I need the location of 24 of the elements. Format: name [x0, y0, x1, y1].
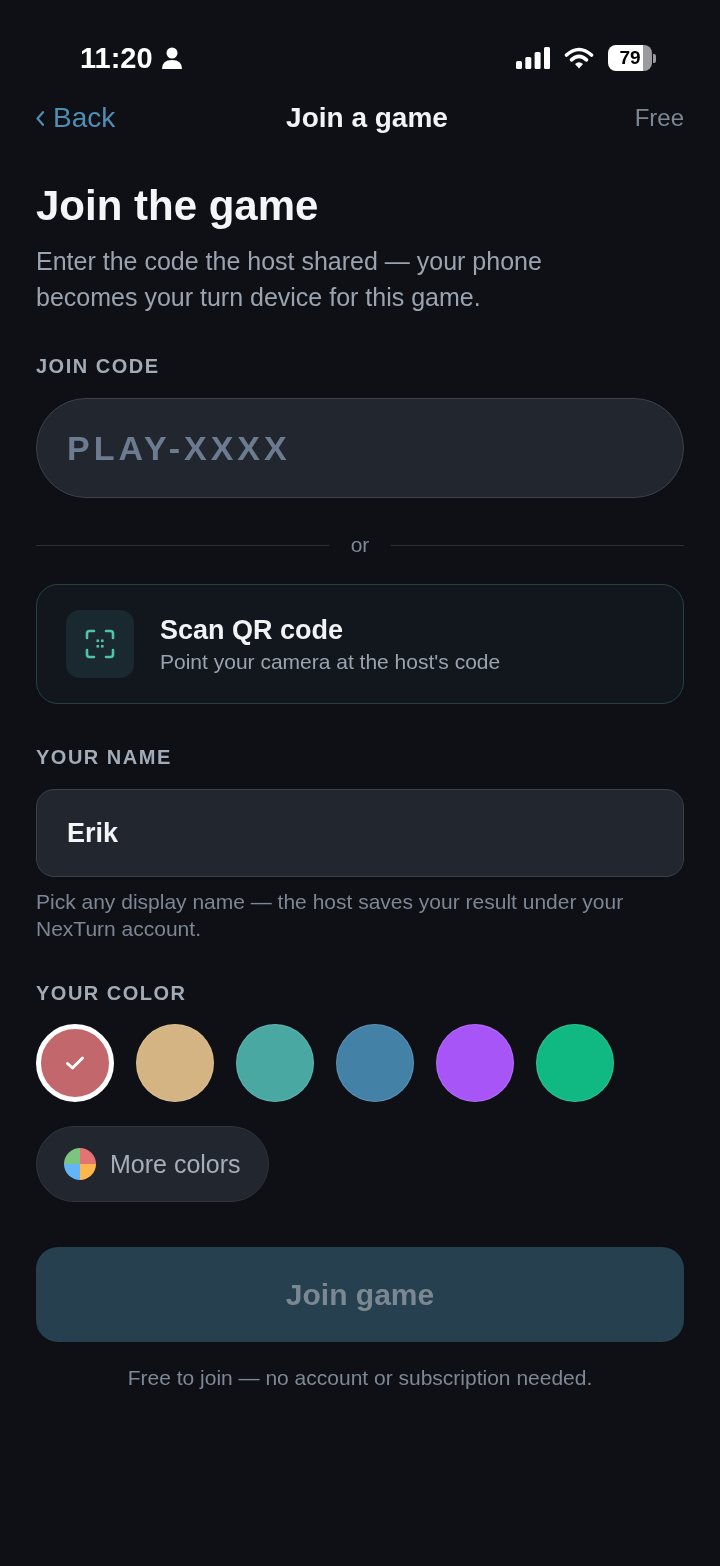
signal-icon — [516, 47, 550, 69]
footer-note: Free to join — no account or subscription needed. — [126, 1365, 594, 1391]
divider-label: or — [350, 533, 370, 557]
battery-indicator: 79 — [608, 45, 656, 71]
field-label: YOUR COLOR — [36, 981, 188, 1005]
screen-title: Join a game — [286, 101, 448, 135]
check-icon — [65, 1055, 85, 1071]
qr-scan-icon — [66, 610, 134, 678]
plan-label: Free — [634, 103, 684, 133]
chevron-left-icon — [36, 110, 44, 126]
code-input[interactable]: PLAY-XXXX — [36, 398, 684, 498]
color-wheel-icon — [64, 1148, 96, 1180]
clock-time: 11:20 — [80, 41, 153, 75]
name-input[interactable]: Erik — [36, 789, 684, 877]
person-icon — [161, 47, 182, 69]
scan-qr-button[interactable]: Scan QR code Point your camera at the host's code — [36, 584, 684, 704]
field-hint: Pick any display name — the host saves your result under your NexTurn account. — [36, 889, 625, 942]
field-label: YOUR NAME — [36, 745, 173, 769]
page-heading: Join the game — [36, 182, 320, 230]
wifi-icon — [564, 47, 594, 69]
page-description: Enter the code the host shared — your phone becomes your turn device for this game. — [36, 246, 543, 313]
back-button[interactable]: Back — [36, 101, 116, 135]
field-label: JOIN CODE — [36, 354, 161, 378]
more-colors-button[interactable]: More colors — [36, 1126, 269, 1202]
